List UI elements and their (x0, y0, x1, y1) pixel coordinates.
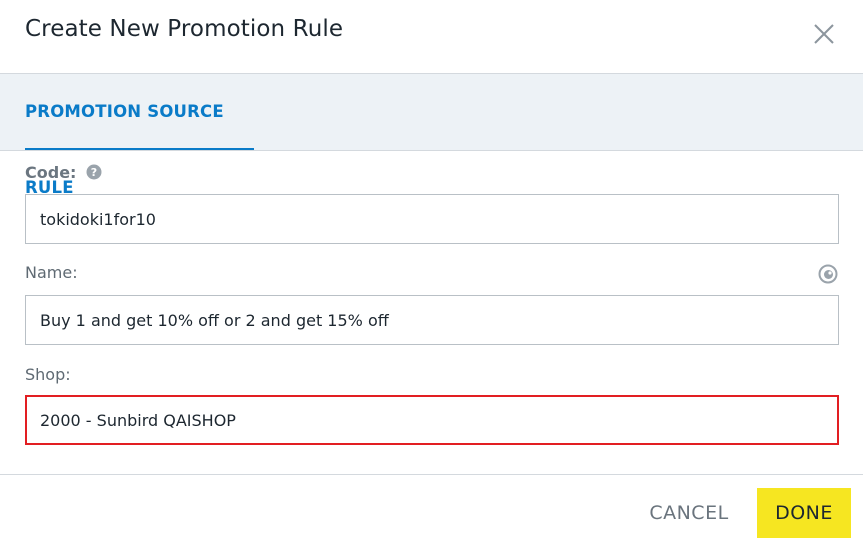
close-icon[interactable] (810, 20, 838, 48)
code-input[interactable] (25, 194, 839, 244)
dialog-title: Create New Promotion Rule (25, 16, 344, 42)
name-input[interactable] (25, 295, 839, 345)
globe-icon[interactable] (818, 264, 838, 284)
name-label: Name: (25, 263, 78, 282)
done-button[interactable]: DONE (757, 488, 851, 538)
tab-bar: PROMOTION SOURCE RULE (0, 74, 863, 197)
tab-promotion-source-rule[interactable]: PROMOTION SOURCE RULE (25, 74, 254, 197)
svg-text:?: ? (90, 166, 96, 179)
close-button[interactable] (810, 20, 838, 48)
code-label: Code: (25, 163, 77, 182)
code-label-row: Code: ? (25, 163, 102, 182)
cancel-button[interactable]: CANCEL (640, 488, 738, 538)
help-icon[interactable]: ? (86, 164, 102, 180)
shop-input[interactable] (25, 395, 839, 445)
shop-label: Shop: (25, 365, 71, 384)
dialog-header: Create New Promotion Rule (0, 0, 863, 74)
